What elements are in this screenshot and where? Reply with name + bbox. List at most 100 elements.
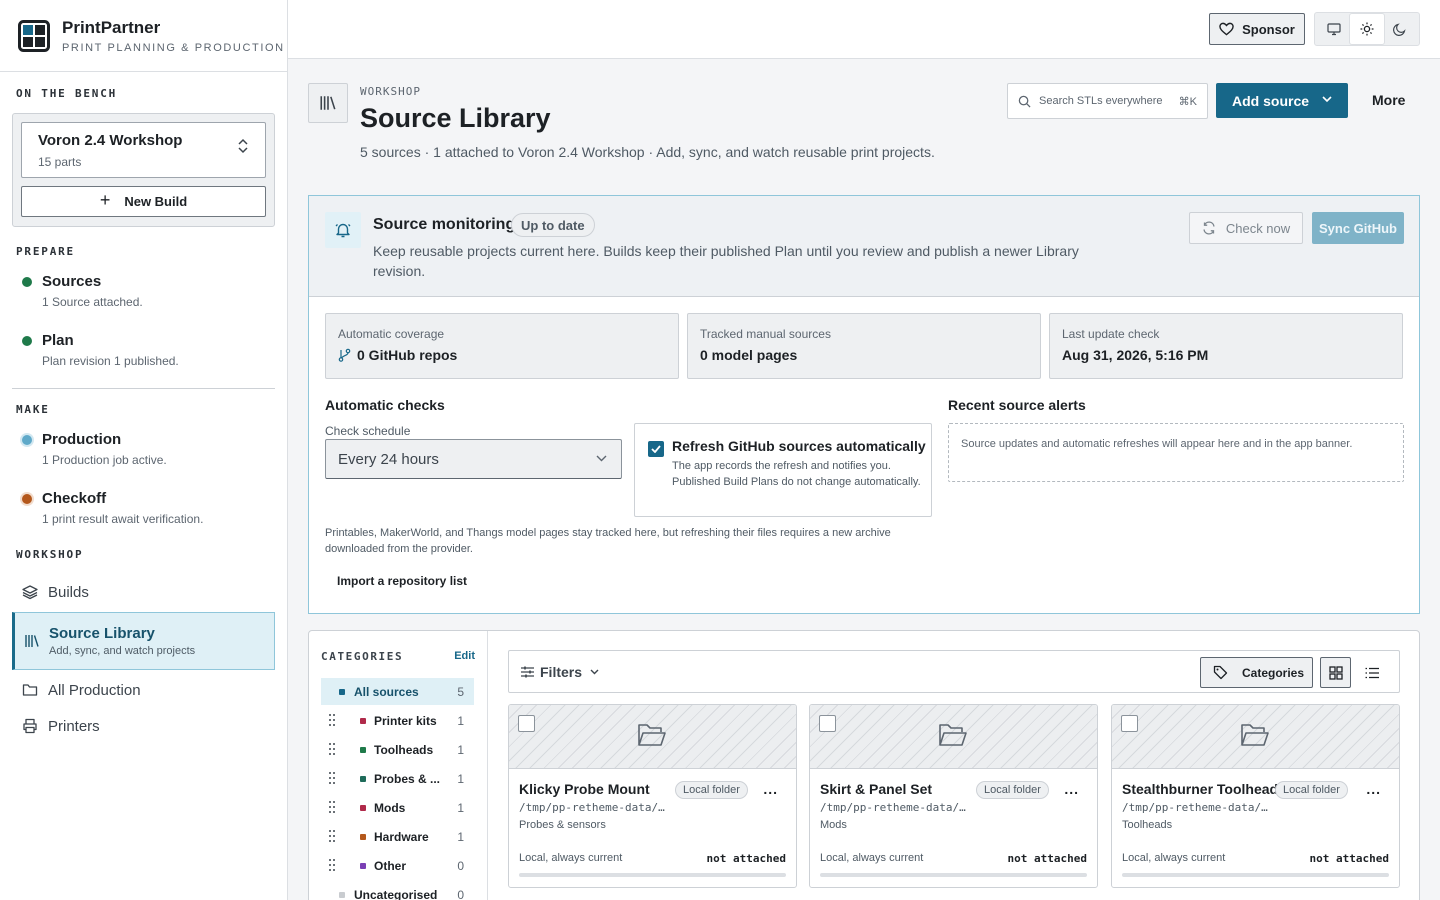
status-dot-icon (22, 336, 32, 346)
card-status: Local, always current (519, 852, 623, 864)
build-selector[interactable]: Voron 2.4 Workshop 15 parts (21, 122, 266, 178)
categories-column: CATEGORIES Edit All sources 5 Printer ki… (309, 631, 488, 900)
category-probes[interactable]: Probes & ... 1 (321, 765, 474, 792)
card-category: Probes & sensors (519, 819, 606, 831)
card-attach-status: not attached (1309, 852, 1389, 865)
theme-system-button[interactable] (1317, 14, 1350, 44)
folder-open-icon (638, 724, 666, 746)
card-path: /tmp/pp-retheme-data/… (519, 801, 665, 814)
section-make: MAKE (16, 403, 50, 416)
new-build-button[interactable]: + New Build (21, 186, 266, 217)
chevron-down-icon (1322, 96, 1332, 103)
list-view-button[interactable] (1356, 657, 1387, 688)
category-name: Toolheads (374, 743, 434, 757)
status-badge: Up to date (511, 213, 595, 237)
brand[interactable]: PrintPartner PRINT PLANNING & PRODUCTION (0, 0, 287, 72)
nav-sub: Add, sync, and watch projects (49, 645, 196, 657)
drag-handle-icon[interactable] (329, 743, 335, 755)
drag-handle-icon[interactable] (329, 714, 335, 726)
select-checkbox[interactable] (1121, 715, 1138, 732)
category-count: 0 (457, 859, 464, 873)
check-now-button[interactable]: Check now (1189, 212, 1303, 244)
category-color-icon (360, 805, 366, 811)
category-color-icon (360, 863, 366, 869)
select-checkbox[interactable] (518, 715, 535, 732)
category-name: Hardware (374, 830, 429, 844)
check-now-label: Check now (1225, 220, 1291, 236)
select-checkbox[interactable] (819, 715, 836, 732)
stat-value: 0 GitHub repos (357, 347, 458, 363)
card-menu-button[interactable]: ... (1064, 781, 1079, 797)
card-menu-button[interactable]: ... (763, 781, 778, 797)
category-toolheads[interactable]: Toolheads 1 (321, 736, 474, 763)
edit-categories-button[interactable]: Edit (454, 650, 475, 662)
sponsor-button[interactable]: Sponsor (1209, 13, 1305, 45)
sync-github-button[interactable]: Sync GitHub (1312, 212, 1404, 244)
category-count: 1 (457, 801, 464, 815)
section-prepare: PREPARE (16, 245, 75, 258)
category-color-icon (339, 892, 345, 898)
search-shortcut: ⌘K (1178, 96, 1197, 108)
stage-label: Production (42, 431, 122, 448)
stat-key: Tracked manual sources (700, 327, 831, 341)
sliders-icon (521, 666, 534, 678)
library-icon (25, 635, 39, 647)
source-card[interactable]: Skirt & Panel Set Local folder ... /tmp/… (809, 704, 1098, 888)
card-path: /tmp/pp-retheme-data/… (1122, 801, 1268, 814)
page-icon (308, 83, 348, 123)
card-menu-button[interactable]: ... (1366, 781, 1381, 797)
add-source-label: Add source (1232, 92, 1310, 109)
stat-tracked-manual-sources: Tracked manual sources 0 model pages (687, 313, 1041, 379)
folder-open-icon (939, 724, 967, 746)
drag-handle-icon[interactable] (329, 859, 335, 871)
stage-sub: 1 Source attached. (42, 295, 143, 309)
theme-dark-button[interactable] (1384, 14, 1417, 44)
theme-light-button[interactable] (1350, 14, 1384, 44)
heart-icon (1219, 22, 1234, 36)
category-name: Printer kits (374, 714, 437, 728)
category-printer-kits[interactable]: Printer kits 1 (321, 707, 474, 734)
source-card[interactable]: Stealthburner Toolhead Local folder ... … (1111, 704, 1400, 888)
category-uncategorised[interactable]: Uncategorised 0 (321, 881, 474, 900)
category-mods[interactable]: Mods 1 (321, 794, 474, 821)
category-other[interactable]: Other 0 (321, 852, 474, 879)
stage-label: Plan (42, 332, 74, 349)
nav-label: Printers (48, 717, 100, 735)
grid-view-button[interactable] (1320, 657, 1351, 688)
check-schedule-select[interactable]: Every 24 hours (325, 439, 622, 479)
drag-handle-icon[interactable] (329, 801, 335, 813)
sidebar-item-source-library[interactable]: Source Library Add, sync, and watch proj… (12, 612, 275, 670)
sponsor-label: Sponsor (1242, 21, 1295, 37)
category-hardware[interactable]: Hardware 1 (321, 823, 474, 850)
drag-handle-icon[interactable] (329, 772, 335, 784)
topbar: Sponsor (288, 0, 1440, 59)
add-source-button[interactable]: Add source (1216, 83, 1348, 118)
sidebar-item-builds[interactable]: Builds (12, 576, 275, 608)
category-name: Uncategorised (354, 888, 438, 900)
monitoring-description: Keep reusable projects current here. Bui… (373, 243, 1079, 279)
filters-button[interactable]: Filters (521, 664, 599, 680)
printer-icon (23, 718, 37, 734)
auto-refresh-description: The app records the refresh and notifies… (672, 460, 921, 488)
chevron-down-icon (590, 669, 599, 675)
category-all-sources[interactable]: All sources 5 (321, 678, 474, 705)
search-icon (1018, 95, 1031, 108)
stat-automatic-coverage: Automatic coverage 0 GitHub repos (325, 313, 679, 379)
auto-refresh-checkbox[interactable] (648, 441, 664, 457)
filters-label: Filters (540, 664, 583, 680)
source-type-badge: Local folder (675, 781, 748, 799)
refresh-icon (1203, 221, 1215, 235)
bell-icon (325, 212, 361, 248)
sidebar-item-all-production[interactable]: All Production (12, 674, 275, 706)
auto-refresh-option[interactable]: Refresh GitHub sources automatically The… (634, 423, 932, 517)
search-input[interactable]: Search STLs everywhere ⌘K (1007, 83, 1208, 119)
more-button[interactable]: More (1372, 92, 1405, 108)
category-name: All sources (354, 685, 419, 699)
import-repository-list-button[interactable]: Import a repository list (337, 574, 467, 588)
card-status: Local, always current (820, 852, 924, 864)
sidebar-item-printers[interactable]: Printers (12, 710, 275, 742)
categories-button[interactable]: Categories (1200, 657, 1313, 688)
source-card[interactable]: Klicky Probe Mount Local folder ... /tmp… (508, 704, 797, 888)
drag-handle-icon[interactable] (329, 830, 335, 842)
category-color-icon (339, 689, 345, 695)
